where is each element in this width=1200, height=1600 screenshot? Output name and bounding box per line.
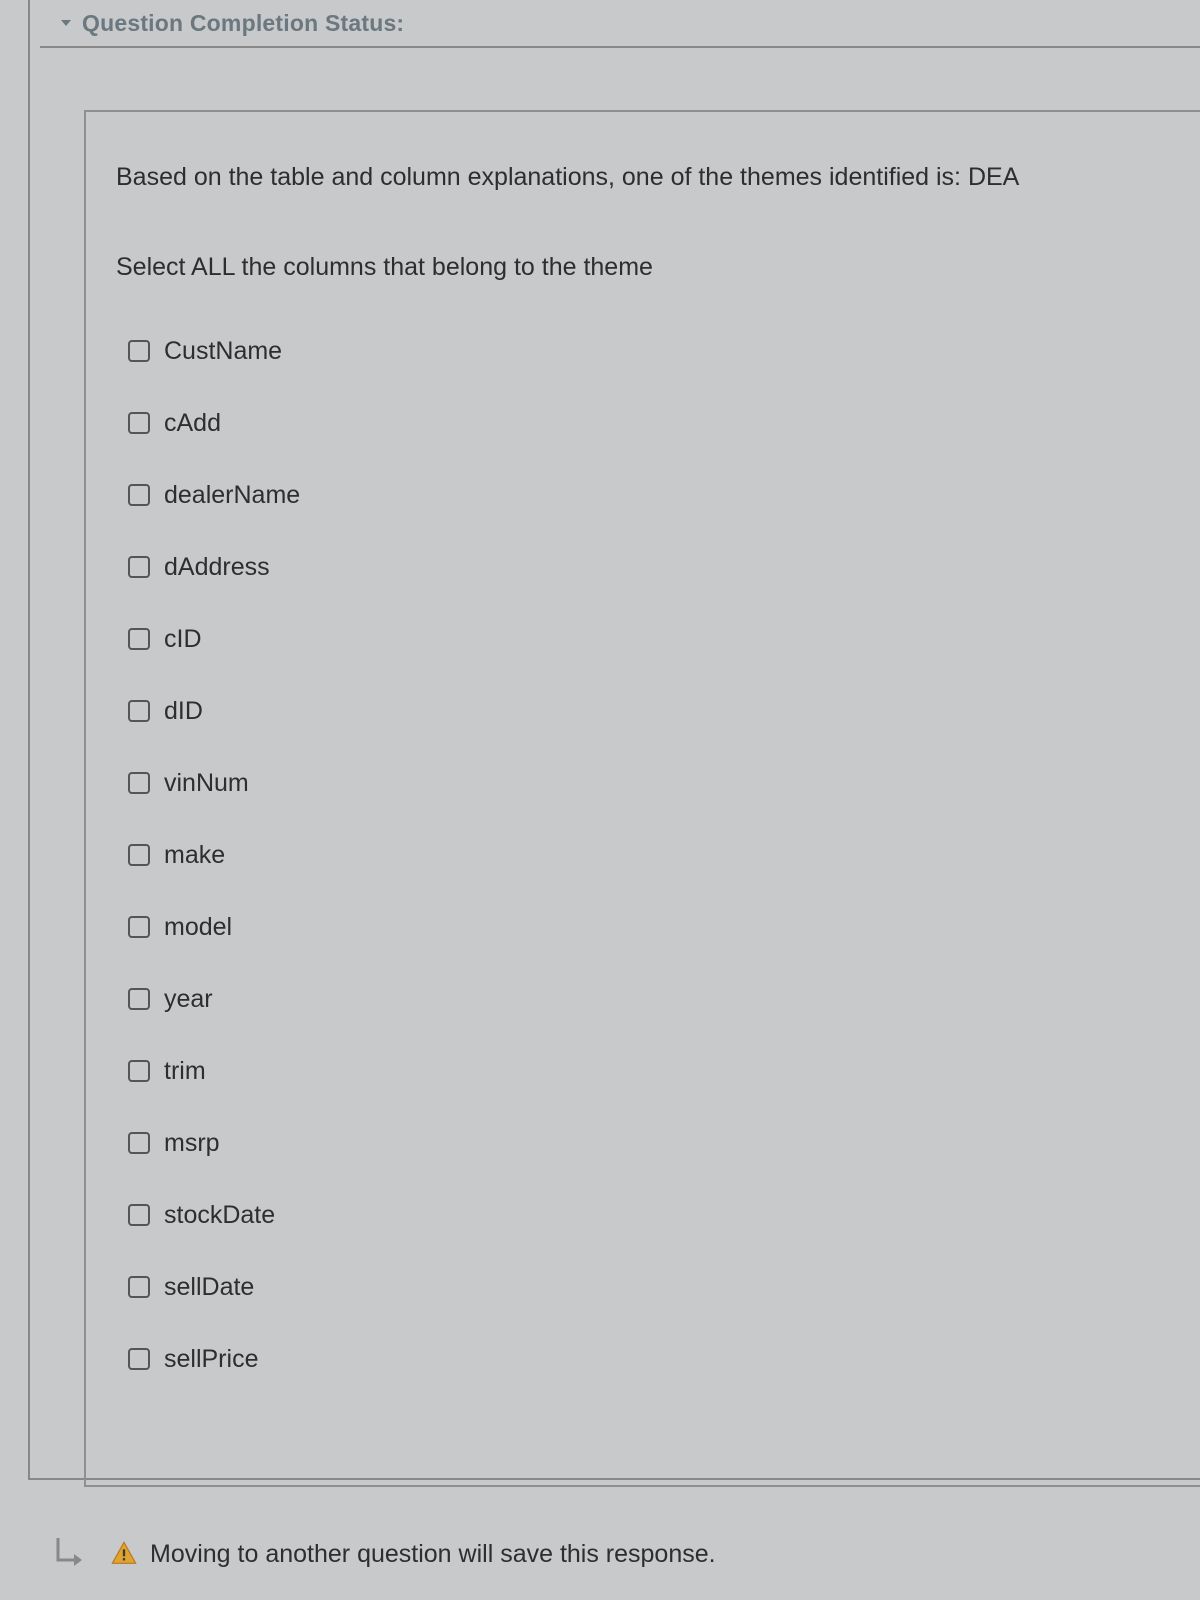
option-label: year [164,985,213,1014]
option-label: msrp [164,1129,220,1158]
option-label: dAddress [164,553,270,582]
question-prompt: Based on the table and column explanatio… [116,160,1170,195]
option-row[interactable]: model [116,891,1170,963]
option-row[interactable]: cAdd [116,387,1170,459]
option-checkbox-did[interactable] [128,700,150,722]
option-label: sellPrice [164,1345,258,1374]
option-row[interactable]: dealerName [116,459,1170,531]
option-row[interactable]: sellPrice [116,1323,1170,1395]
question-panel: Based on the table and column explanatio… [84,110,1200,1487]
option-row[interactable]: sellDate [116,1251,1170,1323]
option-row[interactable]: vinNum [116,747,1170,819]
option-label: CustName [164,337,282,366]
option-label: vinNum [164,769,249,798]
option-row[interactable]: trim [116,1035,1170,1107]
option-label: stockDate [164,1201,275,1230]
option-row[interactable]: stockDate [116,1179,1170,1251]
warning-message: Moving to another question will save thi… [150,1540,716,1569]
option-row[interactable]: make [116,819,1170,891]
option-row[interactable]: cID [116,603,1170,675]
option-label: cAdd [164,409,221,438]
option-checkbox-selldate[interactable] [128,1276,150,1298]
option-checkbox-sellprice[interactable] [128,1348,150,1370]
option-checkbox-vinnum[interactable] [128,772,150,794]
option-row[interactable]: year [116,963,1170,1035]
option-checkbox-stockdate[interactable] [128,1204,150,1226]
options-list: CustName cAdd dealerName dAddress cID dI… [116,315,1170,1395]
status-label: Question Completion Status: [82,10,404,37]
option-label: make [164,841,225,870]
option-label: dealerName [164,481,300,510]
option-checkbox-cid[interactable] [128,628,150,650]
option-checkbox-make[interactable] [128,844,150,866]
option-label: model [164,913,232,942]
option-label: cID [164,625,202,654]
option-checkbox-msrp[interactable] [128,1132,150,1154]
option-checkbox-daddress[interactable] [128,556,150,578]
option-label: sellDate [164,1273,254,1302]
option-row[interactable]: dID [116,675,1170,747]
option-label: trim [164,1057,206,1086]
option-row[interactable]: dAddress [116,531,1170,603]
option-checkbox-model[interactable] [128,916,150,938]
option-checkbox-trim[interactable] [128,1060,150,1082]
chevron-down-icon [58,15,74,31]
option-checkbox-dealername[interactable] [128,484,150,506]
arrow-right-icon [50,1532,94,1576]
option-label: dID [164,697,203,726]
option-row[interactable]: CustName [116,315,1170,387]
option-row[interactable]: msrp [116,1107,1170,1179]
option-checkbox-year[interactable] [128,988,150,1010]
question-completion-status-bar[interactable]: Question Completion Status: [40,0,1200,48]
option-checkbox-custname[interactable] [128,340,150,362]
option-checkbox-cadd[interactable] [128,412,150,434]
question-instruction: Select ALL the columns that belong to th… [116,250,1170,285]
navigation-warning: Moving to another question will save thi… [40,1532,716,1576]
warning-icon [110,1540,138,1568]
